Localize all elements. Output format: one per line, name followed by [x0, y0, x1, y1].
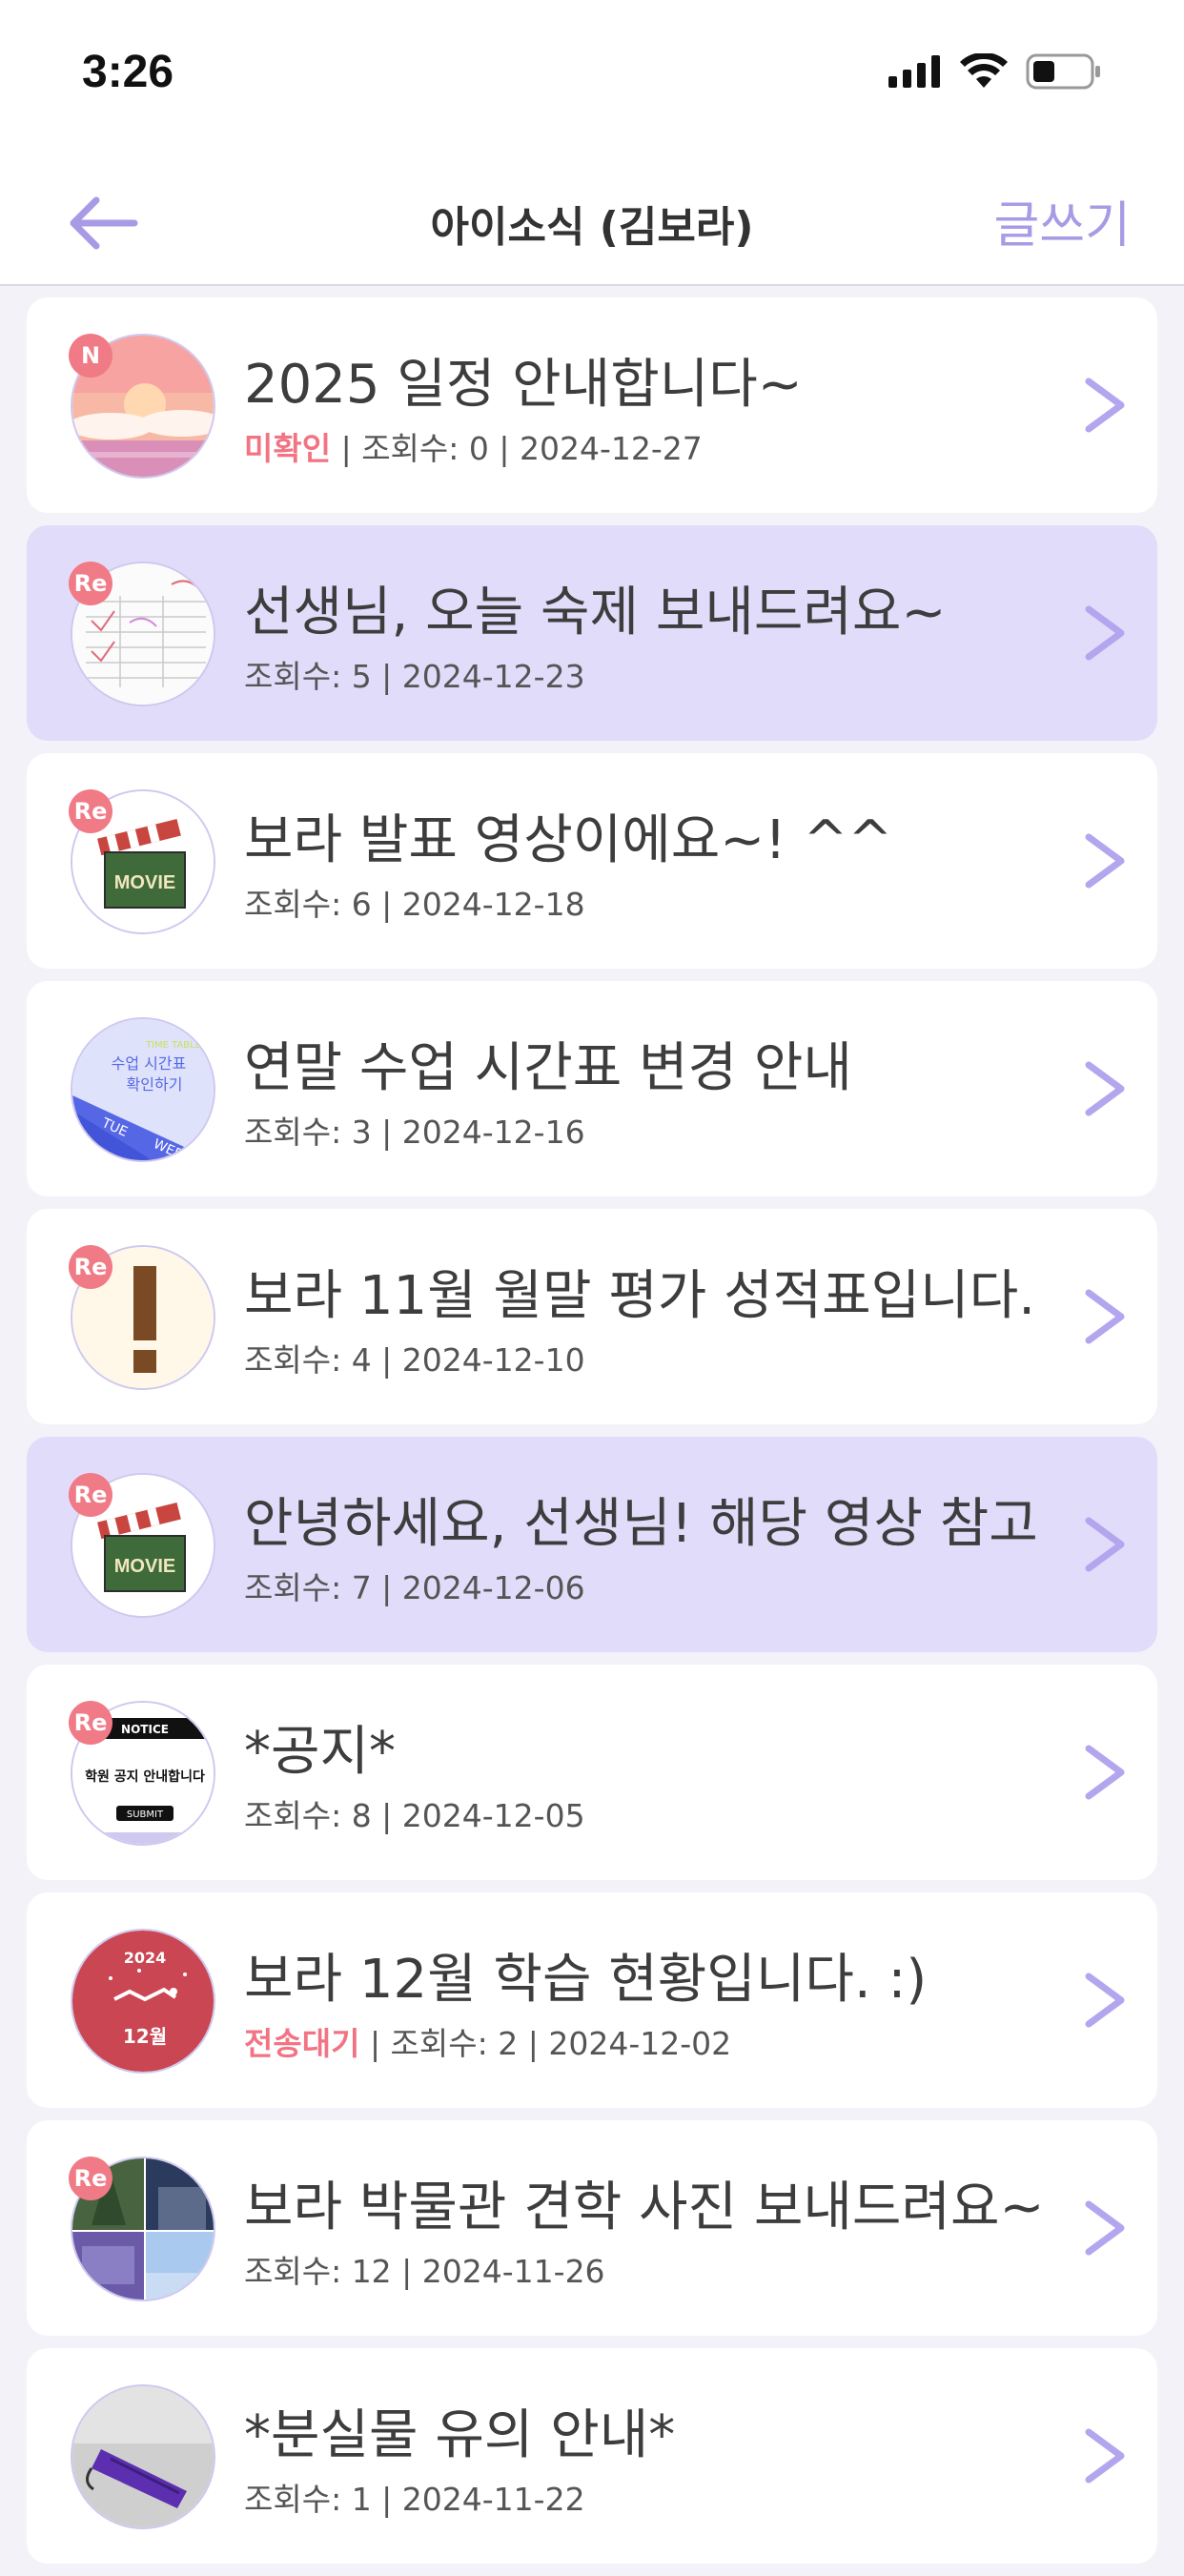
notice-middle: 학원 공지 안내합니다: [85, 1768, 205, 1785]
list-item[interactable]: N 2025 일정 안내합니다~ 미확인 | 조회수: 0 | 2024-12-…: [27, 297, 1157, 513]
post-meta: 조회수: 8 | 2024-12-05: [244, 1790, 585, 1836]
post-meta-text: | 조회수: 0 | 2024-12-27: [331, 430, 703, 467]
chevron-right-icon[interactable]: [1079, 600, 1133, 666]
reply-badge: Re: [69, 562, 112, 605]
list-item[interactable]: Re 선생님, 오늘 숙제 보내드려요~ 조회수: 5 | 2024-12-23: [27, 525, 1157, 741]
post-meta-text: 조회수: 3 | 2024-12-16: [244, 1114, 585, 1151]
chevron-right-icon[interactable]: [1079, 828, 1133, 894]
reply-badge: Re: [69, 1701, 112, 1745]
list-item[interactable]: TIME TABLE 수업 시간표 확인하기 TUE WED 연말 수업 시간표…: [27, 981, 1157, 1196]
post-meta: 전송대기 | 조회수: 2 | 2024-12-02: [244, 2018, 731, 2064]
nav-bar: 아이소식 (김보라) 글쓰기: [0, 153, 1184, 286]
chevron-right-icon[interactable]: [1079, 1967, 1133, 2034]
post-meta-text: 조회수: 6 | 2024-12-18: [244, 886, 585, 923]
clapper-text: MOVIE: [114, 872, 175, 893]
post-meta-text: 조회수: 8 | 2024-12-05: [244, 1797, 585, 1834]
timetable-image: TIME TABLE 수업 시간표 확인하기 TUE WED: [72, 1019, 214, 1160]
post-title: *공지*: [244, 1721, 397, 1783]
status-label: 미확인: [244, 430, 332, 467]
chevron-right-icon[interactable]: [1079, 1283, 1133, 1350]
post-meta: 조회수: 1 | 2024-11-22: [244, 2474, 585, 2520]
list-item[interactable]: Re 보라 박물관 견학 사진 보내드려요~ 조회수: 12 | 2024-11…: [27, 2120, 1157, 2336]
list-item[interactable]: *분실물 유의 안내* 조회수: 1 | 2024-11-22: [27, 2348, 1157, 2564]
thumbnail-image: TIME TABLE 수업 시간표 확인하기 TUE WED: [71, 1017, 215, 1162]
write-button[interactable]: 글쓰기: [993, 185, 1131, 256]
status-time: 3:26: [82, 47, 174, 97]
reply-badge: Re: [69, 2157, 112, 2200]
thumbnail-image: [71, 2384, 215, 2529]
post-meta: 조회수: 3 | 2024-12-16: [244, 1107, 585, 1153]
reply-badge: Re: [69, 1473, 112, 1517]
post-meta-text: 조회수: 4 | 2024-12-10: [244, 1341, 585, 1379]
post-meta-text: 조회수: 5 | 2024-12-23: [244, 658, 585, 695]
post-list: N 2025 일정 안내합니다~ 미확인 | 조회수: 0 | 2024-12-…: [27, 297, 1157, 2576]
notice-top: NOTICE: [121, 1723, 169, 1736]
chevron-right-icon[interactable]: [1079, 1511, 1133, 1578]
list-item[interactable]: Re MOVIE 안녕하세요, 선생님! 해당 영상 참고 조회수: 7 | 2…: [27, 1437, 1157, 1652]
thumbnail-image: 2024 12월: [71, 1929, 215, 2074]
chevron-right-icon[interactable]: [1079, 2423, 1133, 2489]
post-meta-text: 조회수: 7 | 2024-12-06: [244, 1569, 585, 1606]
christmas-month: 12월: [123, 2025, 167, 2048]
post-meta: 미확인 | 조회수: 0 | 2024-12-27: [244, 423, 703, 469]
chevron-right-icon[interactable]: [1079, 372, 1133, 439]
notice-bottom: SUBMIT: [127, 1809, 164, 1820]
list-item[interactable]: 2024 12월 보라 12월 학습 현황입니다. :) 전송대기 | 조회수:…: [27, 1892, 1157, 2108]
post-title: 보라 발표 영상이에요~! ^^: [244, 809, 893, 871]
reply-badge: Re: [69, 789, 112, 833]
post-meta: 조회수: 4 | 2024-12-10: [244, 1335, 585, 1380]
cellular-signal-icon: [888, 55, 940, 88]
chevron-right-icon[interactable]: [1079, 1739, 1133, 1806]
list-item[interactable]: Re 보라 11월 월말 평가 성적표입니다. 조회수: 4 | 2024-12…: [27, 1209, 1157, 1424]
post-meta: 조회수: 5 | 2024-12-23: [244, 651, 585, 697]
wifi-icon: [960, 53, 1008, 88]
new-badge: N: [69, 334, 112, 378]
post-meta: 조회수: 12 | 2024-11-26: [244, 2246, 605, 2292]
status-icons: [888, 53, 1102, 90]
umbrella-image: [72, 2386, 214, 2527]
post-meta-text: 조회수: 1 | 2024-11-22: [244, 2481, 585, 2518]
post-meta: 조회수: 6 | 2024-12-18: [244, 879, 585, 925]
post-meta: 조회수: 7 | 2024-12-06: [244, 1563, 585, 1608]
reply-badge: Re: [69, 1245, 112, 1289]
timetable-line2: 확인하기: [127, 1075, 183, 1094]
post-title: 보라 12월 학습 현황입니다. :): [244, 1949, 928, 2011]
post-meta-text: 조회수: 12 | 2024-11-26: [244, 2253, 605, 2290]
post-title: 2025 일정 안내합니다~: [244, 354, 803, 416]
post-meta-text: | 조회수: 2 | 2024-12-02: [359, 2025, 732, 2062]
post-title: 선생님, 오늘 숙제 보내드려요~: [244, 582, 947, 644]
clapper-text: MOVIE: [114, 1556, 175, 1577]
timetable-line1: 수업 시간표: [112, 1054, 187, 1073]
christmas-year: 2024: [124, 1949, 167, 1967]
list-item[interactable]: Re NOTICE 학원 공지 안내합니다 SUBMIT *공지* 조회수: 8…: [27, 1665, 1157, 1880]
list-item[interactable]: Re MOVIE 보라 발표 영상이에요~! ^^ 조회수: 6 | 2024-…: [27, 753, 1157, 969]
christmas-image: 2024 12월: [72, 1931, 214, 2072]
chevron-right-icon[interactable]: [1079, 2195, 1133, 2261]
battery-icon: [1026, 53, 1100, 90]
chevron-right-icon[interactable]: [1079, 1055, 1133, 1122]
post-title: *분실물 유의 안내*: [244, 2404, 676, 2466]
status-label: 전송대기: [244, 2025, 360, 2062]
post-title: 보라 박물관 견학 사진 보내드려요~: [244, 2177, 1045, 2239]
status-bar: 3:26: [0, 0, 1184, 153]
post-title: 안녕하세요, 선생님! 해당 영상 참고: [244, 1493, 1038, 1555]
post-title: 연말 수업 시간표 변경 안내: [244, 1037, 852, 1099]
timetable-tag: TIME TABLE: [145, 1040, 201, 1051]
post-title: 보라 11월 월말 평가 성적표입니다.: [244, 1265, 1036, 1327]
